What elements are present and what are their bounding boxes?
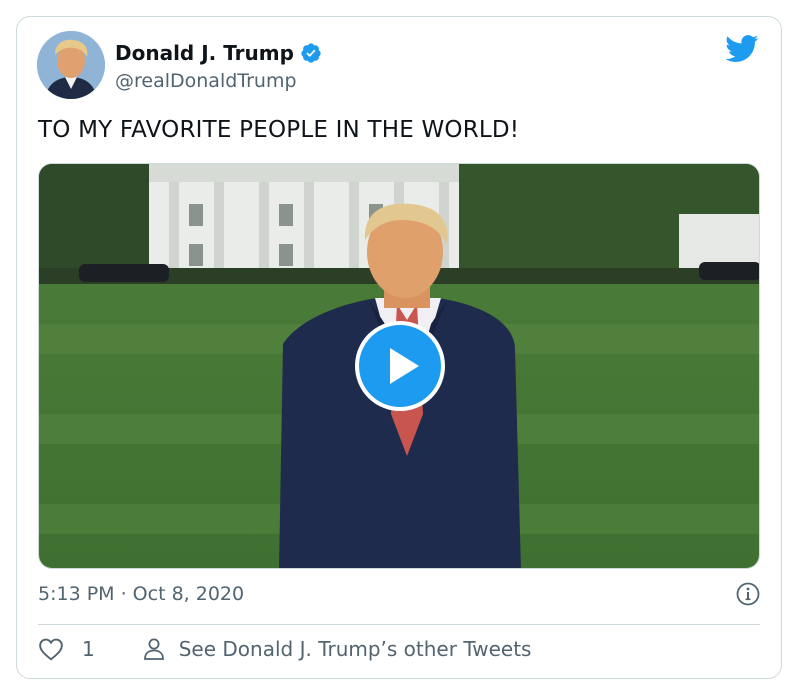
play-icon	[390, 348, 419, 384]
person-icon	[143, 638, 164, 660]
info-icon[interactable]	[736, 582, 760, 606]
divider	[38, 624, 760, 625]
like-button[interactable]: 1	[38, 637, 95, 661]
avatar[interactable]	[37, 31, 105, 99]
author-display-name[interactable]: Donald J. Trump	[115, 41, 294, 65]
author-handle[interactable]: @realDonaldTrump	[115, 70, 297, 92]
see-other-tweets-link[interactable]: See Donald J. Trump’s other Tweets	[143, 637, 532, 661]
verified-badge-icon	[301, 43, 321, 63]
video-thumbnail[interactable]	[38, 163, 760, 569]
author-name-row[interactable]: Donald J. Trump	[115, 41, 322, 65]
twitter-bird-icon[interactable]	[725, 35, 759, 63]
play-button[interactable]	[355, 321, 445, 411]
tweet-actions: 1 See Donald J. Trump’s other Tweets	[38, 637, 531, 661]
tweet-text: TO MY FAVORITE PEOPLE IN THE WORLD!	[38, 117, 520, 143]
tweet-timestamp[interactable]: 5:13 PM · Oct 8, 2020	[38, 583, 244, 605]
see-other-tweets-label: See Donald J. Trump’s other Tweets	[178, 637, 532, 661]
tweet-card: Donald J. Trump @realDonaldTrump TO MY F…	[16, 16, 782, 679]
like-count: 1	[82, 637, 95, 661]
heart-icon	[39, 638, 63, 661]
